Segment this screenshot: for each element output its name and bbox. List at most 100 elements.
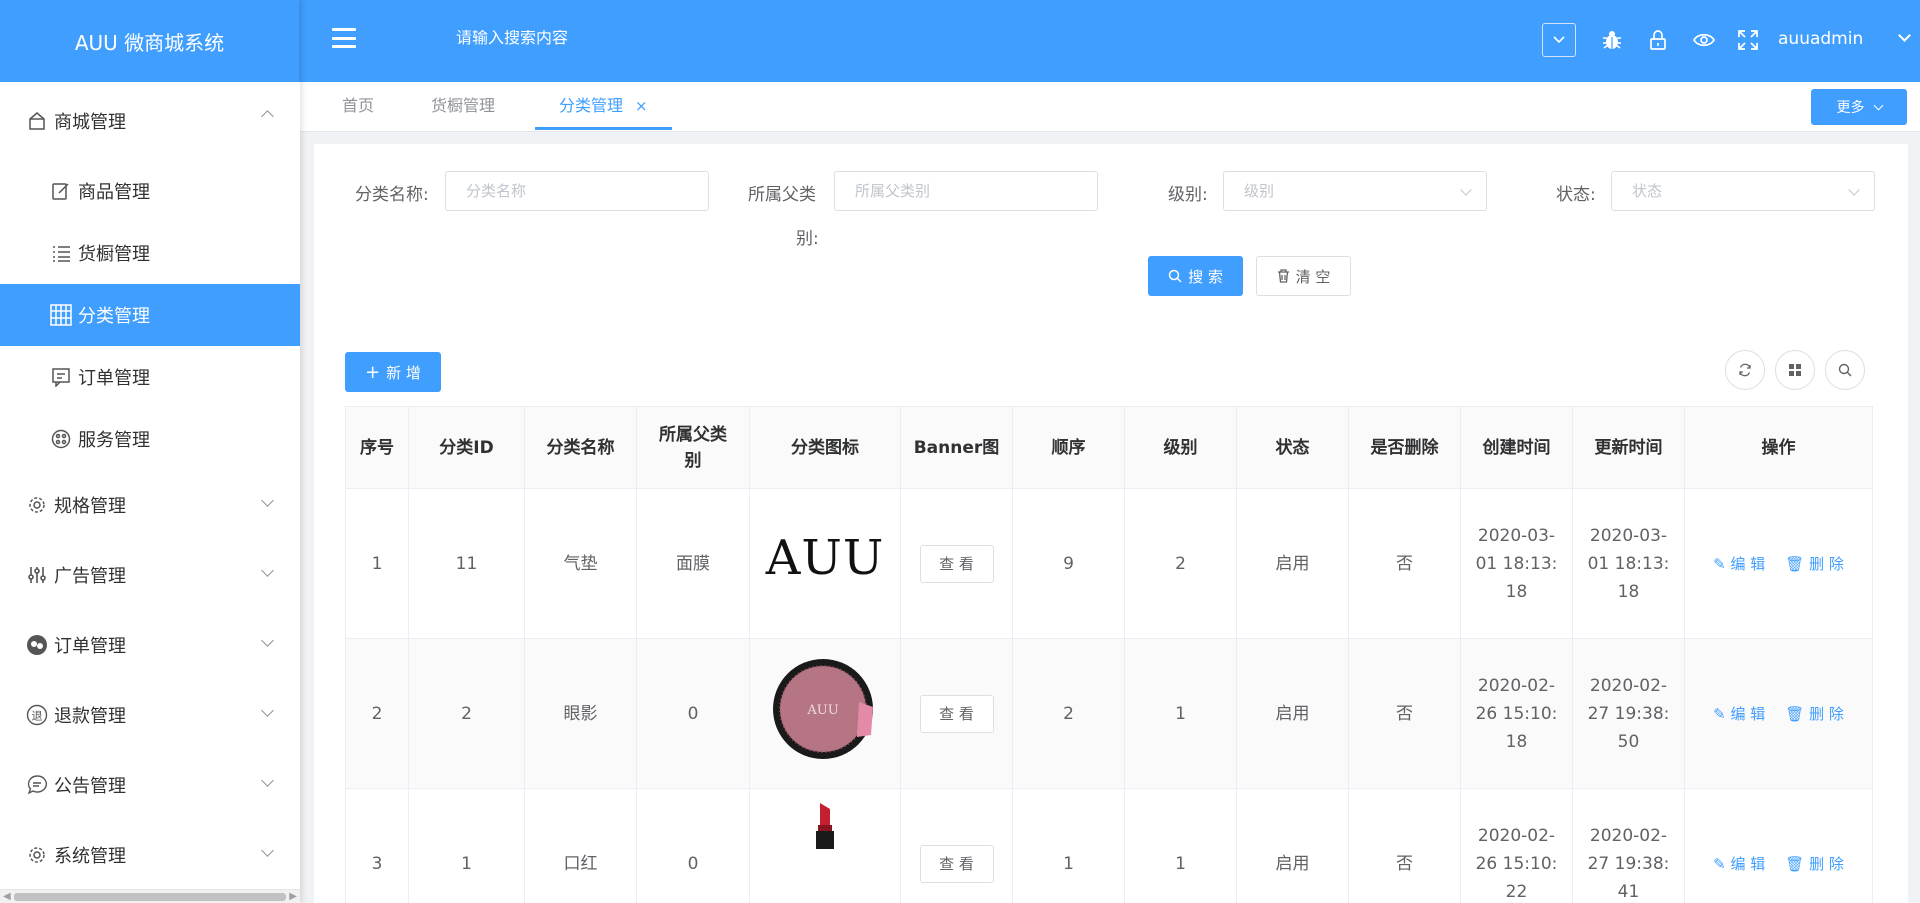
scroll-left-icon[interactable]: ◀ [3, 891, 11, 902]
table-row: 3 1 口红 0 查 看 1 1 启用 否 2020-02-26 15:10:2… [345, 788, 1873, 903]
sidebar-item-showcase[interactable]: 货橱管理 [0, 222, 300, 284]
parent-filter-input[interactable]: 所属父类别 [834, 171, 1098, 211]
more-button[interactable]: 更多 [1811, 89, 1907, 125]
delete-button[interactable]: 🗑 删 除 [1785, 700, 1844, 728]
name-filter-input[interactable]: 分类名称 [445, 171, 709, 211]
clear-button-label: 清 空 [1295, 267, 1331, 286]
close-icon[interactable]: × [635, 97, 648, 115]
sidebar-group-spec[interactable]: 规格管理 [0, 470, 300, 540]
tab-label: 货橱管理 [431, 96, 496, 115]
column-header[interactable]: 所属父类别 [636, 406, 750, 489]
status-select[interactable]: 状态 [1611, 171, 1875, 211]
auu-logo-image: AUU [765, 530, 885, 586]
level-filter-label: 级别: [1168, 185, 1208, 205]
sidebar-group-label: 商城管理 [54, 112, 126, 133]
sidebar-group-refund[interactable]: 退 退款管理 [0, 680, 300, 750]
add-button[interactable]: + 新 增 [345, 352, 441, 392]
sidebar-group-label: 订单管理 [54, 636, 126, 657]
column-header[interactable]: 分类名称 [524, 406, 637, 489]
page-tabs: 首页 货橱管理 分类管理 × 更多 [300, 82, 1920, 132]
eye-icon [1693, 33, 1715, 47]
grid-icon [50, 304, 72, 326]
lock-button[interactable] [1642, 24, 1674, 56]
delete-button[interactable]: 🗑 删 除 [1785, 850, 1844, 878]
search-button[interactable]: 搜 索 [1148, 256, 1243, 296]
hamburger-menu-icon[interactable] [332, 28, 356, 48]
sidebar-group-notice[interactable]: 公告管理 [0, 750, 300, 820]
fullscreen-button[interactable] [1732, 24, 1764, 56]
cell-deleted: 否 [1348, 638, 1461, 789]
chevron-down-icon [1873, 100, 1883, 110]
sidebar-group-orders[interactable]: 订单管理 [0, 610, 300, 680]
columns-button[interactable] [1775, 350, 1815, 390]
cell-actions: ✎ 编 辑 🗑 删 除 [1684, 488, 1873, 639]
column-header[interactable]: 操作 [1684, 406, 1873, 489]
sidebar-item-category[interactable]: 分类管理 [0, 284, 300, 346]
sidebar-item-orders[interactable]: 订单管理 [0, 346, 300, 408]
chevron-down-icon[interactable] [1898, 29, 1911, 42]
column-header[interactable]: 序号 [345, 406, 409, 489]
cell-level: 1 [1124, 788, 1237, 903]
trash-icon: 🗑 [1785, 554, 1805, 573]
column-header[interactable]: 是否删除 [1348, 406, 1461, 489]
edit-label: 编 辑 [1730, 854, 1766, 873]
parent-filter-label: 所属父类 [748, 185, 816, 205]
order-icon [50, 366, 72, 388]
view-banner-button[interactable]: 查 看 [919, 844, 994, 883]
refresh-button[interactable] [1725, 350, 1765, 390]
tab-showcase[interactable]: 货橱管理 [431, 82, 495, 130]
scroll-right-icon[interactable]: ▶ [289, 891, 297, 902]
app-title: AUU 微商城系统 [0, 0, 300, 82]
tab-home[interactable]: 首页 [342, 82, 374, 130]
column-header[interactable]: 分类ID [408, 406, 525, 489]
column-header[interactable]: 级别 [1124, 406, 1237, 489]
column-header[interactable]: 更新时间 [1572, 406, 1685, 489]
sidebar-group-mall[interactable]: 商城管理 [0, 82, 300, 160]
cell-level: 1 [1124, 638, 1237, 789]
edit-label: 编 辑 [1730, 704, 1766, 723]
bug-button[interactable] [1596, 24, 1628, 56]
sidebar-group-label: 公告管理 [54, 776, 126, 797]
sidebar-scrollbar[interactable]: ◀ ▶ [0, 889, 300, 903]
delete-button[interactable]: 🗑 删 除 [1785, 550, 1844, 578]
chevron-down-icon [261, 774, 274, 787]
message-icon [26, 774, 48, 796]
clear-button[interactable]: 清 空 [1256, 256, 1351, 296]
global-search-input[interactable] [456, 30, 756, 48]
preview-button[interactable] [1688, 24, 1720, 56]
lock-icon [1650, 30, 1666, 50]
eyeshadow-brand-text: AUU [806, 703, 838, 718]
sidebar-group-ads[interactable]: 广告管理 [0, 540, 300, 610]
edit-button[interactable]: ✎ 编 辑 [1713, 550, 1765, 578]
sidebar-item-products[interactable]: 商品管理 [0, 160, 300, 222]
edit-button[interactable]: ✎ 编 辑 [1713, 700, 1765, 728]
cell-level: 2 [1124, 488, 1237, 639]
level-select[interactable]: 级别 [1223, 171, 1487, 211]
table-header-row: 序号 分类ID 分类名称 所属父类别 分类图标 Banner图 顺序 级别 状态… [345, 406, 1873, 489]
column-header[interactable]: 顺序 [1012, 406, 1125, 489]
toggle-search-button[interactable] [1825, 350, 1865, 390]
view-banner-button[interactable]: 查 看 [919, 694, 994, 733]
dropdown-toggle-button[interactable] [1542, 23, 1576, 57]
edit-icon [50, 180, 72, 202]
column-header[interactable]: 分类图标 [749, 406, 901, 489]
username[interactable]: auuadmin [1778, 29, 1863, 49]
cell-created: 2020-02-26 15:10:18 [1460, 638, 1573, 789]
scrollbar-thumb[interactable] [14, 893, 286, 901]
cell-status: 启用 [1236, 788, 1349, 903]
cell-actions: ✎ 编 辑 🗑 删 除 [1684, 788, 1873, 903]
sidebar-item-services[interactable]: 服务管理 [0, 408, 300, 470]
cell-banner: 查 看 [900, 488, 1013, 639]
cell-status: 启用 [1236, 638, 1349, 789]
cell-order: 9 [1012, 488, 1125, 639]
column-header[interactable]: 状态 [1236, 406, 1349, 489]
tab-category[interactable]: 分类管理 × [535, 82, 672, 130]
sidebar-group-system[interactable]: 系统管理 [0, 820, 300, 890]
cell-id: 2 [408, 638, 525, 789]
parent-filter-label-wrap: 别: [796, 229, 819, 249]
column-header[interactable]: Banner图 [900, 406, 1013, 489]
view-banner-button[interactable]: 查 看 [919, 544, 994, 583]
sidebar: AUU 微商城系统 商城管理 商品管理 货橱管理 分类管理 订单管理 服务管理 … [0, 0, 300, 903]
edit-button[interactable]: ✎ 编 辑 [1713, 850, 1765, 878]
column-header[interactable]: 创建时间 [1460, 406, 1573, 489]
